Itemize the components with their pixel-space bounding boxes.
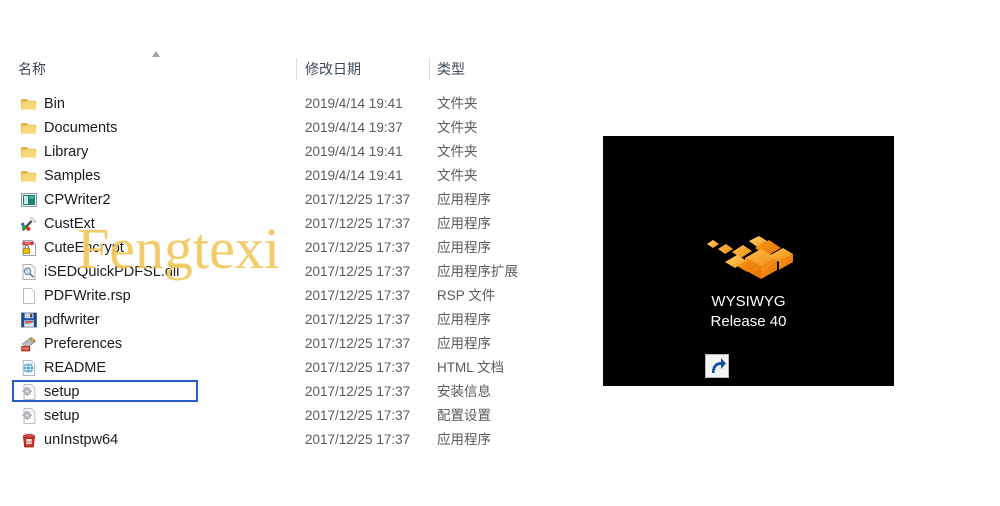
table-row[interactable]: CPWriter2 2017/12/25 17:37 应用程序 — [0, 188, 545, 212]
magic-wand-icon — [20, 215, 38, 233]
file-name-cell: CustExt — [44, 216, 95, 232]
file-type-cell: 文件夹 — [437, 120, 478, 135]
file-type-cell: 应用程序 — [437, 240, 491, 255]
file-name-cell: CuteEncrypt — [44, 240, 124, 256]
file-name-cell: pdfwriter — [44, 312, 100, 328]
file-rows-container: Bin 2019/4/14 19:41 文件夹 Documents 2019/4/14 … — [0, 92, 545, 452]
file-date-cell: 2017/12/25 17:37 — [305, 192, 411, 207]
shortcut-arrow-icon — [705, 354, 729, 378]
file-name-cell: unInstpw64 — [44, 432, 119, 448]
desktop-shortcut-label-line2: Release 40 — [710, 313, 787, 330]
table-row[interactable]: iSEDQuickPDFSL.dll 2017/12/25 17:37 应用程序扩展 — [0, 260, 545, 284]
pdf-lock-icon: PDF — [20, 239, 38, 257]
file-date-cell: 2017/12/25 17:37 — [305, 336, 411, 351]
file-type-cell: 应用程序 — [437, 312, 491, 327]
file-name-cell: setup — [44, 384, 80, 400]
folder-icon — [20, 143, 38, 161]
file-date-cell: 2019/4/14 19:37 — [305, 120, 403, 135]
desktop-shortcut-icon[interactable]: WYSIWYG Release 40 — [603, 232, 894, 378]
blank-document-icon — [20, 287, 38, 305]
gear-document-icon — [20, 407, 38, 425]
file-date-cell: 2019/4/14 19:41 — [305, 144, 403, 159]
file-name-cell: setup — [44, 408, 80, 424]
file-date-cell: 2017/12/25 17:37 — [305, 432, 411, 447]
file-date-cell: 2019/4/14 19:41 — [305, 96, 403, 111]
file-date-cell: 2017/12/25 17:37 — [305, 312, 411, 327]
table-row[interactable]: pdfwriter 2017/12/25 17:37 应用程序 — [0, 308, 545, 332]
selection-highlight — [12, 380, 198, 402]
column-header-type[interactable]: 类型 — [437, 52, 537, 86]
file-date-cell: 2017/12/25 17:37 — [305, 264, 411, 279]
table-row[interactable]: PDFWrite.rsp 2017/12/25 17:37 RSP 文件 — [0, 284, 545, 308]
file-date-cell: 2017/12/25 17:37 — [305, 360, 411, 375]
desktop-shortcut-label: WYSIWYG Release 40 — [603, 292, 894, 332]
file-name-cell: Samples — [44, 168, 101, 184]
table-row[interactable]: setup 2017/12/25 17:37 安装信息 — [0, 380, 545, 404]
file-explorer-list-view: 名称 修改日期 类型 Bin 2019/4/14 19:41 文件夹 Document… — [0, 0, 560, 470]
application-window-icon — [20, 191, 38, 209]
file-date-cell: 2017/12/25 17:37 — [305, 240, 411, 255]
table-row[interactable]: IN unInstpw64 2017/12/25 17:37 应用程序 — [0, 428, 545, 452]
folder-icon — [20, 95, 38, 113]
file-type-cell: HTML 文档 — [437, 360, 504, 375]
table-row[interactable]: PDF Preferences 2017/12/25 17:37 应用程序 — [0, 332, 545, 356]
table-row[interactable]: PDF CuteEncrypt 2017/12/25 17:37 应用程序 — [0, 236, 545, 260]
svg-text:PDF: PDF — [23, 347, 29, 351]
file-type-cell: 应用程序 — [437, 336, 491, 351]
file-date-cell: 2017/12/25 17:37 — [305, 384, 411, 399]
file-date-cell: 2017/12/25 17:37 — [305, 288, 411, 303]
table-row[interactable]: Documents 2019/4/14 19:37 文件夹 — [0, 116, 545, 140]
table-row[interactable]: Samples 2019/4/14 19:41 文件夹 — [0, 164, 545, 188]
uninstall-bin-icon: IN — [20, 431, 38, 449]
file-type-cell: 安装信息 — [437, 384, 491, 399]
file-type-cell: RSP 文件 — [437, 288, 496, 303]
gear-document-icon — [20, 383, 38, 401]
file-name-cell: CPWriter2 — [44, 192, 111, 208]
column-divider-1[interactable] — [296, 58, 297, 80]
sort-ascending-arrow-icon — [150, 50, 162, 60]
file-name-cell: Documents — [44, 120, 118, 136]
table-row[interactable]: CustExt 2017/12/25 17:37 应用程序 — [0, 212, 545, 236]
file-type-cell: 配置设置 — [437, 408, 491, 423]
file-type-cell: 应用程序扩展 — [437, 264, 518, 279]
file-name-cell: iSEDQuickPDFSL.dll — [44, 264, 180, 280]
table-row[interactable]: setup 2017/12/25 17:37 配置设置 — [0, 404, 545, 428]
file-date-cell: 2017/12/25 17:37 — [305, 216, 411, 231]
file-type-cell: 文件夹 — [437, 144, 478, 159]
table-row[interactable]: Library 2019/4/14 19:41 文件夹 — [0, 140, 545, 164]
dll-document-icon — [20, 263, 38, 281]
file-name-cell: Preferences — [44, 336, 123, 352]
desktop-screenshot-panel: WYSIWYG Release 40 — [603, 136, 894, 386]
table-row[interactable]: README 2017/12/25 17:37 HTML 文档 — [0, 356, 545, 380]
column-header-date-modified[interactable]: 修改日期 — [305, 52, 425, 86]
file-name-cell: Bin — [44, 96, 65, 112]
preferences-tools-icon: PDF — [20, 335, 38, 353]
file-name-cell: PDFWrite.rsp — [44, 288, 131, 304]
file-date-cell: 2019/4/14 19:41 — [305, 168, 403, 183]
wysiwyg-orange-cubes-logo — [699, 232, 799, 288]
column-divider-2[interactable] — [429, 58, 430, 80]
file-type-cell: 文件夹 — [437, 168, 478, 183]
browser-globe-icon — [20, 359, 38, 377]
file-name-cell: Library — [44, 144, 89, 160]
column-header-row: 名称 修改日期 类型 — [0, 52, 545, 86]
file-type-cell: 应用程序 — [437, 216, 491, 231]
folder-icon — [20, 167, 38, 185]
file-name-cell: README — [44, 360, 107, 376]
desktop-shortcut-label-line1: WYSIWYG — [711, 293, 786, 310]
svg-text:IN: IN — [27, 439, 31, 444]
file-date-cell: 2017/12/25 17:37 — [305, 408, 411, 423]
file-type-cell: 文件夹 — [437, 96, 478, 111]
file-type-cell: 应用程序 — [437, 192, 491, 207]
table-row[interactable]: Bin 2019/4/14 19:41 文件夹 — [0, 92, 545, 116]
folder-icon — [20, 119, 38, 137]
floppy-disk-icon — [20, 311, 38, 329]
file-type-cell: 应用程序 — [437, 432, 491, 447]
